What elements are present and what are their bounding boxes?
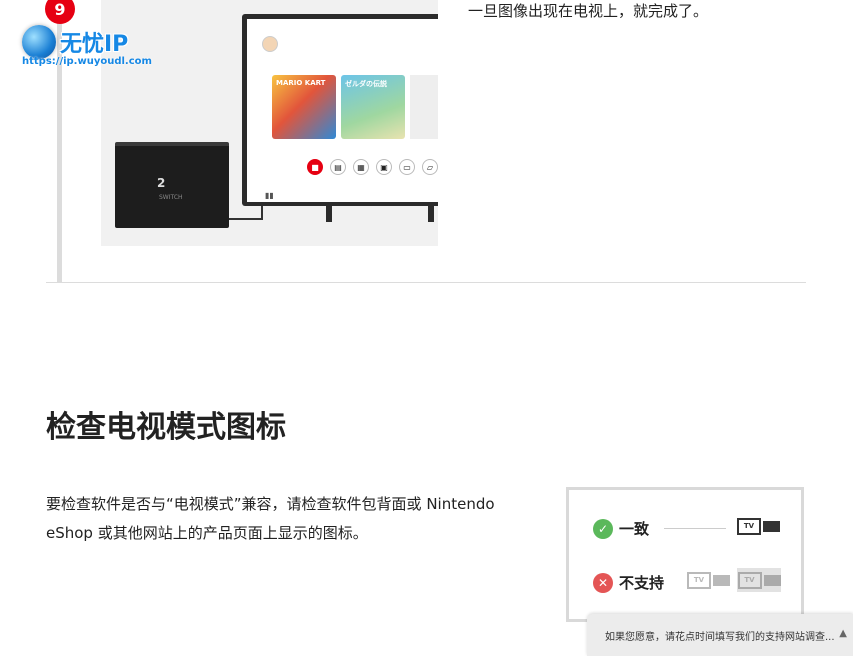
tv-leg-left (326, 206, 332, 222)
step-number-badge: 9 (45, 0, 75, 24)
hdmi-cable (229, 206, 263, 220)
album-icon: ▦ (353, 159, 369, 175)
tv-mode-icon-legend: ✓ 一致 TV ✕ 不支持 TV TV (566, 487, 804, 622)
dock-logo: 2 (157, 176, 166, 190)
dock-icon (763, 521, 780, 532)
section-heading: 检查电视模式图标 (46, 410, 286, 445)
game-tile-zelda: ゼルダの伝説 (341, 75, 405, 139)
cross-circle-icon: ✕ (593, 572, 613, 593)
user-avatar-icon (262, 36, 278, 52)
switch-dock: 2 SWITCH (115, 142, 229, 228)
tv-mode-crossed-icon: TV (687, 572, 730, 589)
watermark-name: 无忧IP (60, 32, 129, 57)
game-tile-mario-kart: MARIO KART (272, 75, 336, 139)
joycon-icon: ▮▮ (265, 191, 274, 200)
gallery-icon: ▭ (399, 159, 415, 175)
controller-icon: ▱ (422, 159, 438, 175)
dock-icon (713, 575, 730, 586)
game-tile-partial (410, 75, 438, 139)
tv-mode-greyed-icon: TV (737, 568, 781, 592)
step-instruction-text: 一旦图像出现在电视上，就完成了。 (468, 2, 709, 20)
check-circle-icon: ✓ (593, 518, 613, 539)
tv-home-screen: MARIO KART ゼルダの伝説 ■ ▤ ▦ ▣ ▭ ▱ ▮▮ (247, 19, 438, 202)
supported-row: ✓ 一致 (593, 518, 649, 539)
tv-leg-right (428, 206, 434, 222)
unsupported-label: 不支持 (619, 574, 665, 592)
survey-text[interactable]: 如果您愿意，请花点时间填写我们的支持网站调查... (605, 628, 835, 643)
unsupported-row: ✕ 不支持 (593, 572, 664, 593)
shop-bag-icon: ▣ (376, 159, 392, 175)
section-divider (46, 282, 806, 283)
television: MARIO KART ゼルダの伝説 ■ ▤ ▦ ▣ ▭ ▱ ▮▮ (242, 14, 438, 206)
tile-label: MARIO KART (276, 79, 326, 87)
tv-connection-illustration: MARIO KART ゼルダの伝説 ■ ▤ ▦ ▣ ▭ ▱ ▮▮ 2 SWITC… (101, 0, 438, 246)
home-menu-icons: ■ ▤ ▦ ▣ ▭ ▱ (307, 159, 438, 175)
tv-mode-icon: TV (737, 518, 780, 535)
expand-arrow-icon[interactable]: ▲ (839, 628, 847, 639)
section-body-text: 要检查软件是否与“电视模式”兼容，请检查软件包背面或 Nintendo eSho… (46, 495, 495, 542)
dock-icon (763, 574, 781, 586)
supported-label: 一致 (619, 520, 650, 538)
eshop-icon: ■ (307, 159, 323, 175)
news-icon: ▤ (330, 159, 346, 175)
dock-sub-label: SWITCH (159, 194, 183, 201)
tv-icon: TV (737, 518, 761, 535)
globe-icon (22, 25, 56, 59)
survey-banner[interactable]: 如果您愿意，请花点时间填写我们的支持网站调查... ▲ (587, 614, 853, 656)
watermark-url: https://ip.wuyoudl.com (22, 56, 152, 67)
legend-rule (664, 528, 726, 529)
watermark-logo: 无忧IP (22, 25, 128, 59)
tv-icon: TV (737, 571, 762, 589)
tile-label: ゼルダの伝説 (345, 80, 387, 88)
tv-icon: TV (687, 572, 711, 589)
